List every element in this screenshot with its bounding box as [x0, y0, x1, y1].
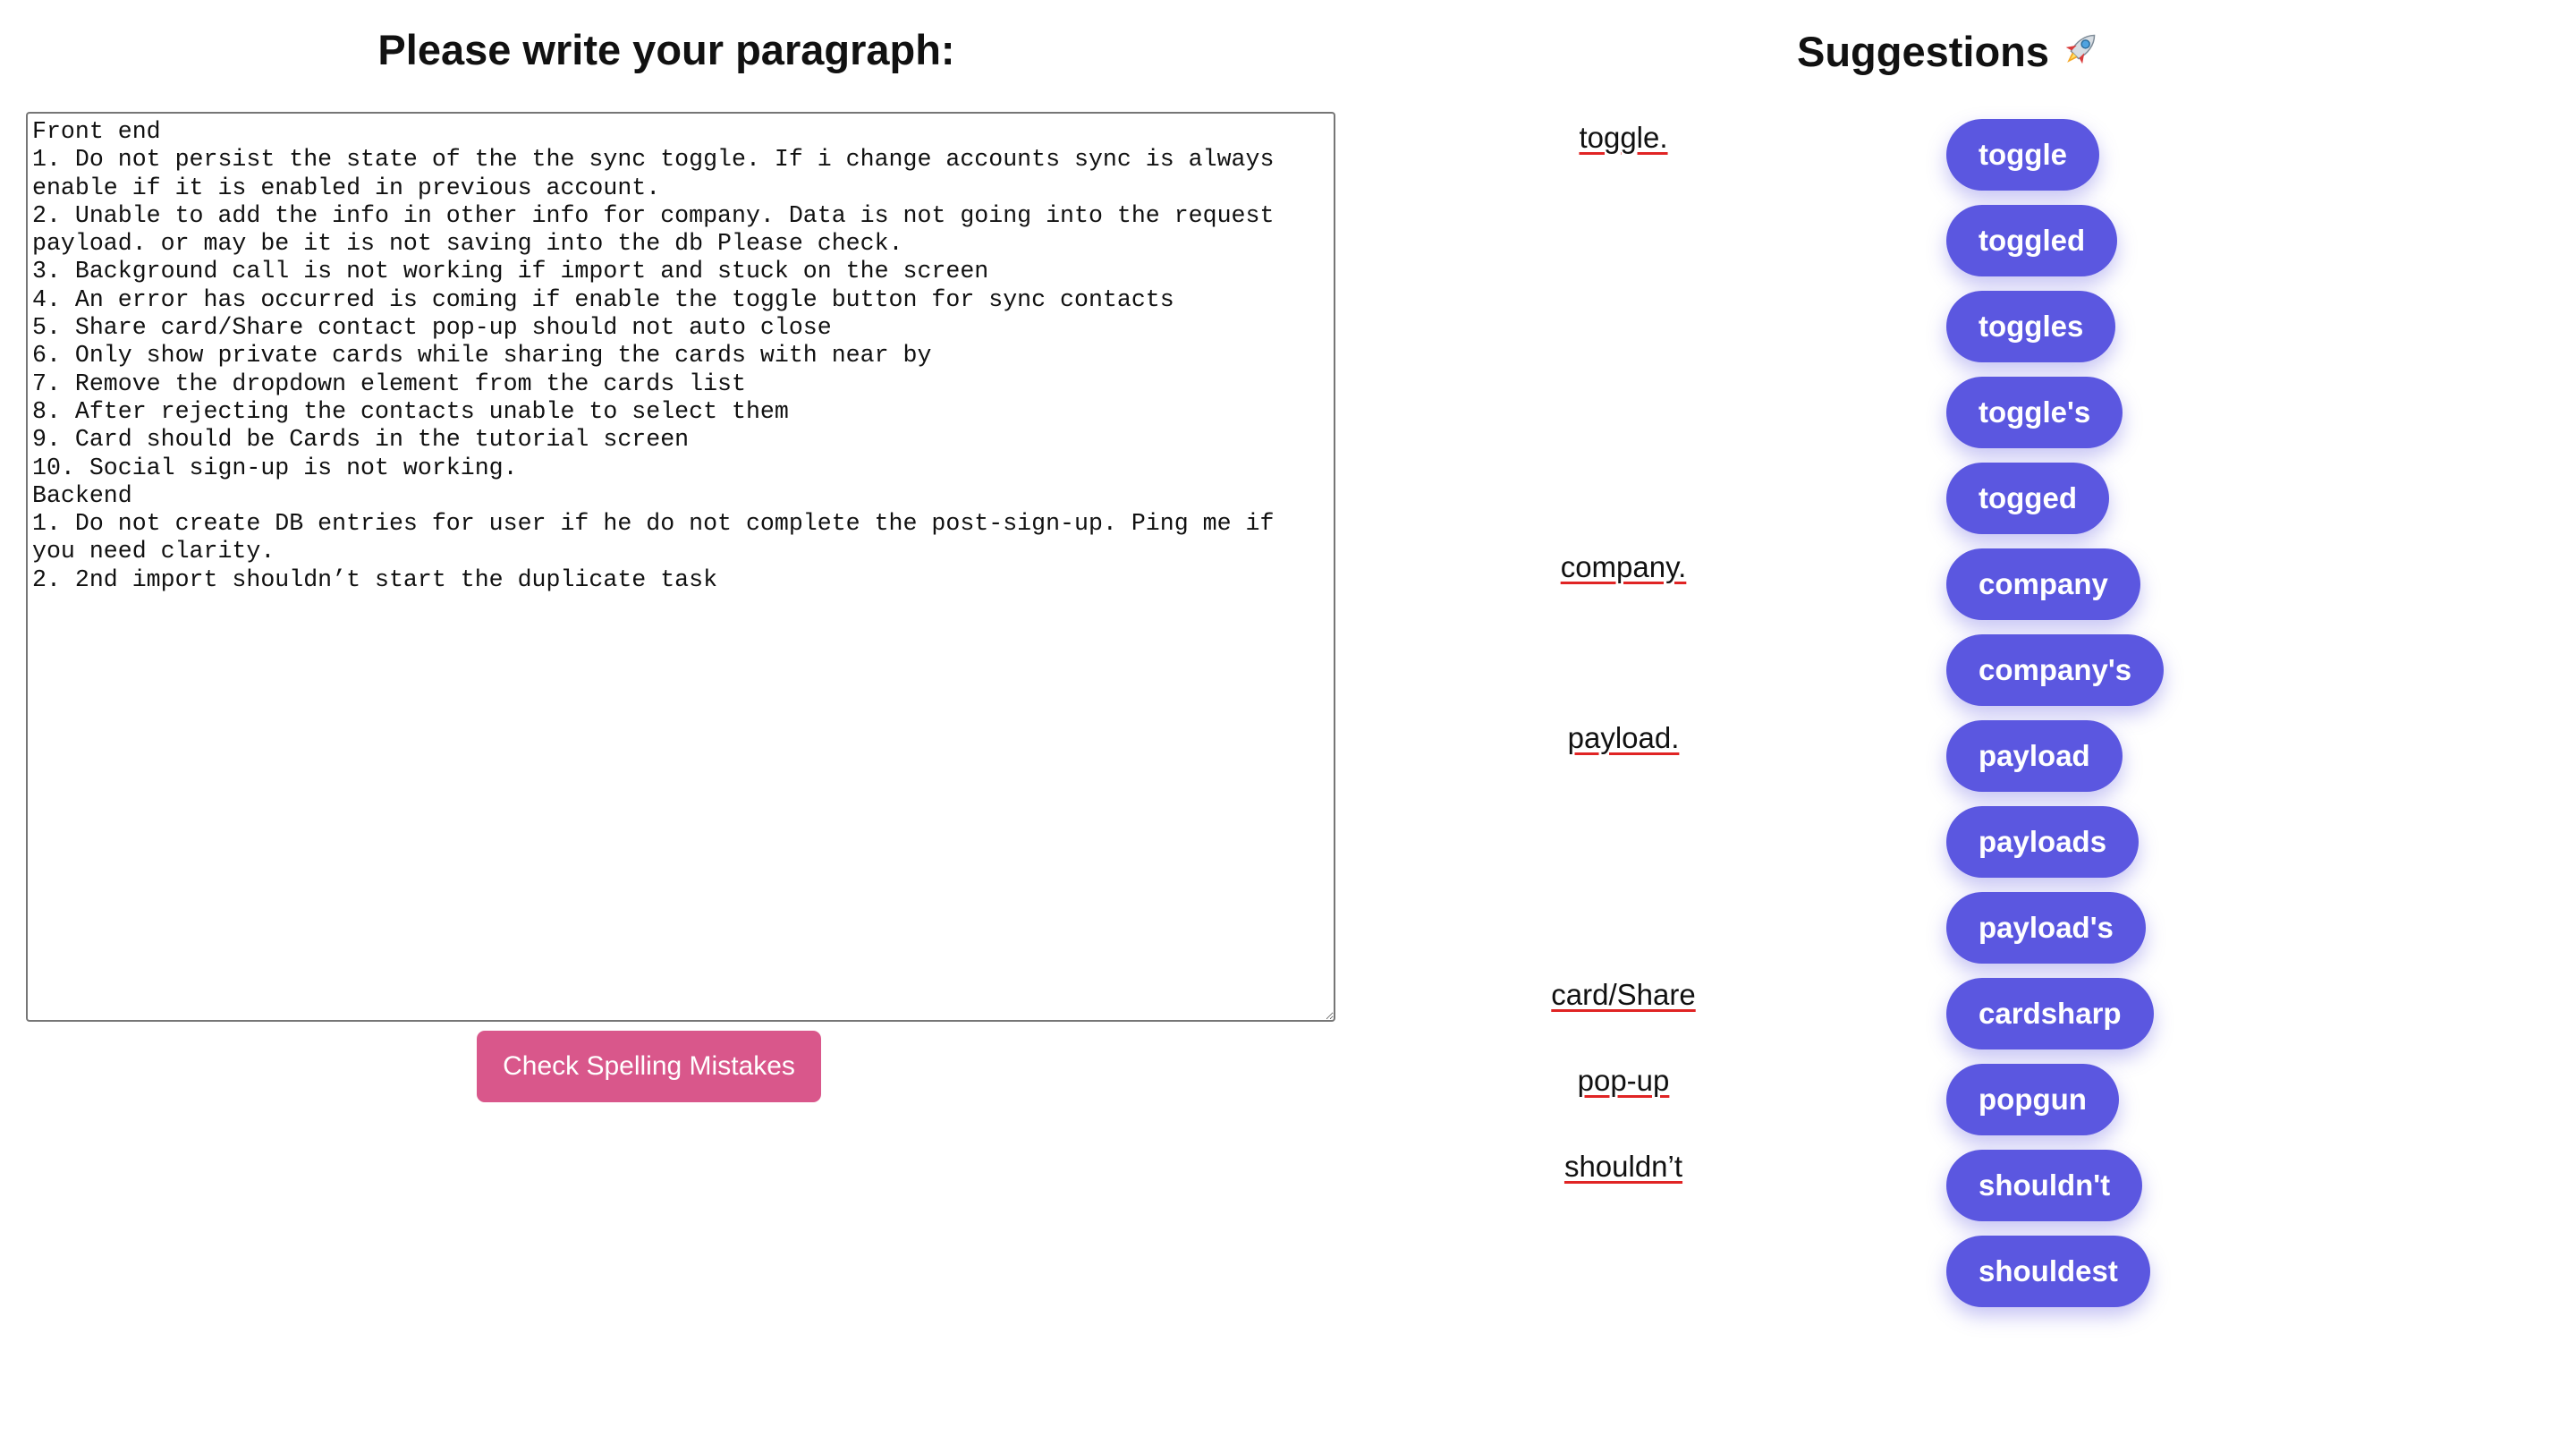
paragraph-heading: Please write your paragraph:: [377, 26, 955, 73]
suggestion-chip[interactable]: payloads: [1946, 806, 2140, 878]
suggestion-chip[interactable]: company's: [1946, 634, 2165, 706]
rocket-icon: [2058, 27, 2103, 84]
check-spelling-button[interactable]: Check Spelling Mistakes: [477, 1031, 821, 1102]
suggestion-chip[interactable]: payload's: [1946, 892, 2146, 964]
misspelled-word: company.: [1560, 550, 1687, 583]
suggestion-chip[interactable]: shouldest: [1946, 1236, 2150, 1307]
suggestion-chip[interactable]: shouldn't: [1946, 1150, 2143, 1221]
suggestion-chip[interactable]: toggle: [1946, 119, 2099, 191]
paragraph-textarea[interactable]: Front end 1. Do not persist the state of…: [26, 112, 1335, 1022]
misspelled-word: shouldn’t: [1563, 1150, 1683, 1183]
suggestion-chip[interactable]: payload: [1946, 720, 2123, 792]
suggestion-chip[interactable]: toggle's: [1946, 377, 2123, 448]
misspelled-word: toggle.: [1579, 121, 1668, 154]
suggestion-chip[interactable]: toggled: [1946, 205, 2118, 276]
suggestion-chip[interactable]: cardsharp: [1946, 978, 2154, 1049]
suggestions-heading-text: Suggestions: [1796, 28, 2050, 75]
suggestions-heading: Suggestions: [1753, 25, 2147, 84]
misspelled-word: payload.: [1567, 721, 1680, 754]
suggestion-chip[interactable]: toggles: [1946, 291, 2116, 362]
suggestion-chip[interactable]: togged: [1946, 463, 2109, 534]
misspelled-word: card/Share: [1551, 978, 1696, 1011]
suggestion-chip[interactable]: company: [1946, 548, 2140, 620]
misspelled-word: pop-up: [1577, 1064, 1670, 1097]
suggestion-chip[interactable]: popgun: [1946, 1064, 2119, 1135]
